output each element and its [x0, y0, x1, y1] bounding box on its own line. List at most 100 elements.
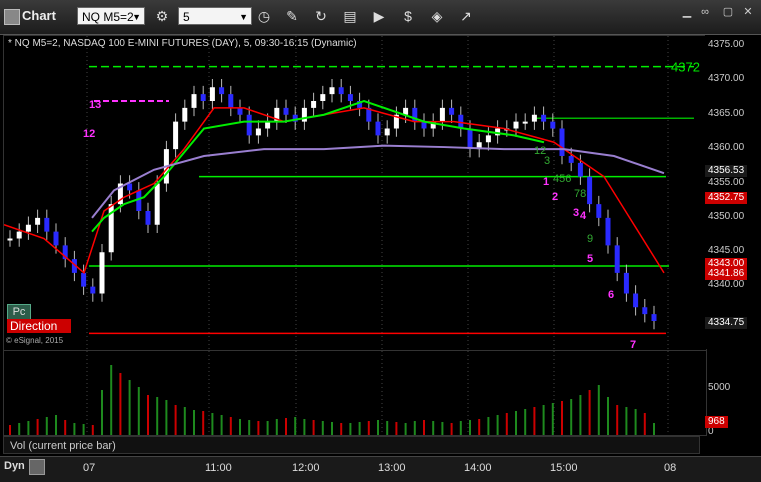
level-label: 4372 [671, 60, 700, 75]
candle-body [651, 314, 657, 321]
candle-body [127, 183, 133, 191]
candle-body [439, 107, 445, 122]
time-label: 08 [664, 462, 677, 474]
price-tick: 4340.00 [708, 279, 745, 290]
price-tick: 4360.00 [708, 142, 745, 153]
candle-body [173, 121, 179, 150]
candle-body [209, 87, 215, 101]
candle-body [642, 307, 648, 315]
time-label: 15:00 [550, 462, 578, 474]
candle-body [311, 101, 317, 108]
study-marker: 9 [587, 233, 594, 245]
direction-button[interactable]: Direction [7, 319, 71, 333]
volume-axis: 5000 0 968 [705, 350, 758, 437]
dynamic-icon[interactable] [29, 459, 45, 475]
clock-icon[interactable]: ◷ [254, 6, 274, 26]
restore-icon[interactable]: ▢ [720, 4, 736, 20]
candle-body [16, 231, 22, 239]
time-label: 11:00 [205, 462, 232, 474]
candle-body [329, 87, 335, 95]
price-tick: 4375.00 [708, 39, 745, 50]
red-moving-average [3, 107, 665, 275]
study-marker: 3 [573, 207, 580, 219]
study-marker: 456 [553, 173, 572, 185]
study-marker: 5 [587, 253, 594, 265]
window-title: Chart [22, 8, 56, 23]
candle-body [320, 94, 326, 101]
pc-button[interactable]: Pc [7, 304, 31, 320]
candle-body [467, 128, 473, 150]
interval-dropdown-icon[interactable]: ▼ [239, 8, 248, 26]
copyright-text: © eSignal, 2015 [6, 336, 64, 345]
candle-body [384, 128, 390, 136]
close-icon[interactable]: ✕ [740, 4, 756, 20]
candle-body [605, 217, 611, 246]
volume-tick: 5000 [708, 382, 731, 393]
candle-body [25, 224, 31, 232]
candle-body [550, 121, 556, 129]
candle-body [35, 217, 41, 225]
candle-body [614, 245, 620, 273]
candle-body [587, 176, 593, 205]
pencil-icon[interactable]: ✎ [282, 6, 302, 26]
price-tag: 4356.53 [705, 165, 748, 177]
price-plot: 4372 [3, 36, 700, 350]
quote-icon[interactable]: ▤ [340, 6, 360, 26]
interval-input[interactable]: 5 ▼ [178, 7, 252, 25]
symbol-input[interactable]: NQ M5=2 ▼ [77, 7, 145, 25]
candle-body [191, 94, 197, 108]
dollar-icon[interactable]: $ [398, 6, 418, 26]
price-tick: 4355.00 [708, 177, 745, 188]
study-marker: 2 [552, 191, 559, 203]
candle-body [513, 121, 519, 129]
candle-body [449, 107, 455, 115]
interval-value: 5 [183, 10, 190, 24]
candle-body [596, 204, 602, 218]
price-tick: 4365.00 [708, 108, 745, 119]
price-tag: 4334.75 [705, 317, 748, 329]
study-marker: 12 [83, 128, 96, 140]
volume-panel[interactable] [3, 350, 707, 436]
gear-icon[interactable]: ⚙ [152, 6, 172, 26]
candle-body [246, 114, 252, 136]
price-tick: 4345.00 [708, 245, 745, 256]
candle-body [541, 114, 547, 122]
diamond-icon[interactable]: ◈ [427, 6, 447, 26]
candle-body [81, 272, 87, 287]
price-chart[interactable]: 4372 [3, 35, 707, 351]
candle-body [99, 252, 105, 294]
minimize-icon[interactable]: ▁ [679, 4, 695, 20]
link-icon[interactable]: ∞ [697, 4, 713, 20]
time-label: 14:00 [464, 462, 492, 474]
candle-body [90, 286, 96, 294]
candle-body [347, 94, 353, 101]
share-icon[interactable]: ↗ [456, 6, 476, 26]
price-axis[interactable]: 4375.00 4370.00 4365.00 4360.00 4355.00 … [705, 35, 758, 349]
candle-body [265, 121, 271, 129]
candle-body [237, 107, 243, 115]
dynamic-label: Dyn [4, 460, 25, 472]
price-tag: 4341.86 [705, 268, 748, 280]
candle-body [7, 238, 13, 241]
study-marker: 6 [608, 289, 615, 301]
candle-body [44, 217, 50, 232]
study-marker: 13 [89, 99, 102, 111]
candle-body [375, 121, 381, 136]
chart-header: * NQ M5=2, NASDAQ 100 E-MINI FUTURES (DA… [8, 38, 357, 49]
study-marker: 1 [543, 176, 550, 188]
refresh-icon[interactable]: ↻ [311, 6, 331, 26]
candle-body [255, 128, 261, 136]
symbol-dropdown-icon[interactable]: ▼ [132, 8, 141, 26]
chart-app-icon [4, 9, 20, 25]
play-icon[interactable]: ▶ [369, 6, 389, 26]
toolbar: Chart NQ M5=2 ▼ ⚙ 5 ▼ ◷ ✎ ↻ ▤ ▶ $ ◈ ↗ ▁ … [0, 0, 761, 35]
candle-body [219, 87, 225, 95]
candle-body [559, 128, 565, 156]
volume-tag: 968 [705, 416, 728, 428]
price-tick: 4370.00 [708, 73, 745, 84]
candle-body [145, 211, 151, 225]
symbol-value: NQ M5=2 [82, 10, 134, 24]
candle-body [531, 114, 537, 122]
time-label: 07 [83, 462, 96, 474]
study-marker: 78 [574, 188, 587, 200]
